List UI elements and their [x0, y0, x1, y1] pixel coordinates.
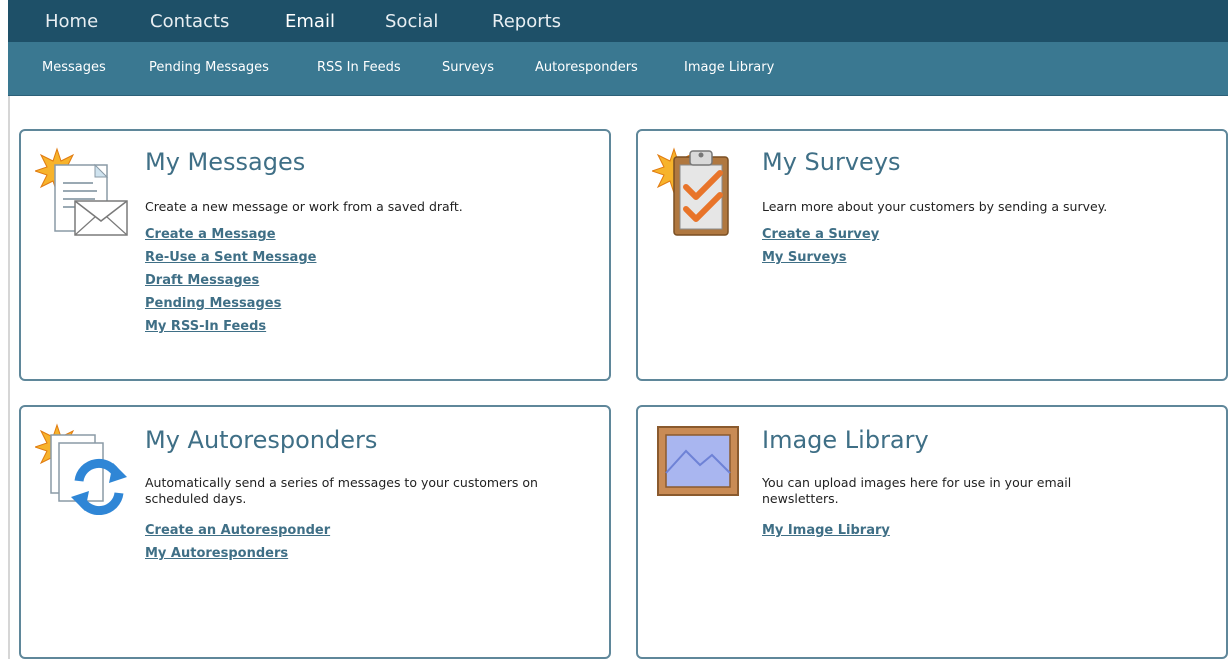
messages-envelope-icon — [33, 145, 131, 245]
draft-messages-link[interactable]: Draft Messages — [145, 269, 316, 292]
my-image-library-link[interactable]: My Image Library — [762, 519, 890, 542]
panel-description: Create a new message or work from a save… — [145, 199, 463, 214]
panel-links: My Image Library — [762, 519, 890, 542]
content-left-border — [8, 96, 10, 659]
subnav-pending-messages[interactable]: Pending Messages — [149, 60, 269, 75]
panel-description: Learn more about your customers by sendi… — [762, 199, 1108, 214]
tab-email[interactable]: Email — [285, 0, 335, 42]
sub-navigation: Messages Pending Messages RSS In Feeds S… — [8, 42, 1228, 96]
survey-clipboard-icon — [650, 143, 748, 243]
tab-social[interactable]: Social — [385, 0, 438, 42]
panel-my-messages: My Messages Create a new message or work… — [19, 129, 611, 381]
reuse-sent-message-link[interactable]: Re-Use a Sent Message — [145, 246, 316, 269]
panel-links: Create a Message Re-Use a Sent Message D… — [145, 223, 316, 338]
rss-in-feeds-link[interactable]: My RSS-In Feeds — [145, 315, 316, 338]
my-autoresponders-link[interactable]: My Autoresponders — [145, 542, 330, 565]
subnav-messages[interactable]: Messages — [42, 60, 106, 75]
my-surveys-link[interactable]: My Surveys — [762, 246, 879, 269]
tab-home[interactable]: Home — [45, 0, 98, 42]
panel-title: My Autoresponders — [145, 426, 378, 454]
autoresponder-cycle-icon — [33, 419, 131, 519]
tab-reports[interactable]: Reports — [492, 0, 561, 42]
panel-image-library: Image Library You can upload images here… — [636, 405, 1228, 659]
panel-description: You can upload images here for use in yo… — [762, 475, 1072, 506]
panel-my-surveys: My Surveys Learn more about your custome… — [636, 129, 1228, 381]
create-survey-link[interactable]: Create a Survey — [762, 223, 879, 246]
panel-my-autoresponders: My Autoresponders Automatically send a s… — [19, 405, 611, 659]
panel-title: Image Library — [762, 426, 929, 454]
create-message-link[interactable]: Create a Message — [145, 223, 316, 246]
subnav-image-library[interactable]: Image Library — [684, 60, 774, 75]
subnav-rss-in-feeds[interactable]: RSS In Feeds — [317, 60, 401, 75]
subnav-autoresponders[interactable]: Autoresponders — [535, 60, 638, 75]
top-navigation: Home Contacts Email Social Reports — [8, 0, 1228, 42]
subnav-surveys[interactable]: Surveys — [442, 60, 494, 75]
image-frame-icon — [656, 425, 740, 503]
pending-messages-link[interactable]: Pending Messages — [145, 292, 316, 315]
panel-title: My Messages — [145, 148, 306, 176]
create-autoresponder-link[interactable]: Create an Autoresponder — [145, 519, 330, 542]
panel-description: Automatically send a series of messages … — [145, 475, 538, 506]
tab-contacts[interactable]: Contacts — [150, 0, 229, 42]
panel-title: My Surveys — [762, 148, 901, 176]
panel-links: Create an Autoresponder My Autoresponder… — [145, 519, 330, 565]
panel-links: Create a Survey My Surveys — [762, 223, 879, 269]
